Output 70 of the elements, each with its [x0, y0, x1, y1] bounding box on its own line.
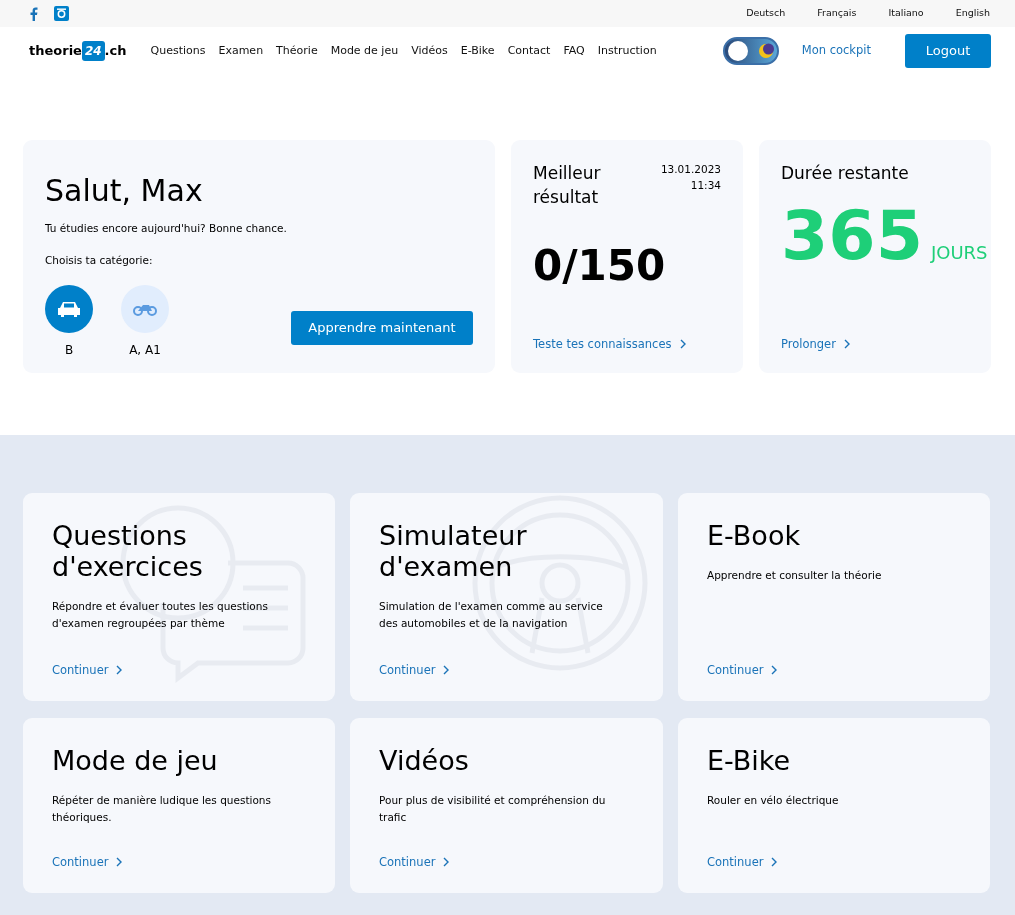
feature-description: Apprendre et consulter la théorie — [707, 568, 883, 584]
category-button[interactable] — [45, 284, 93, 333]
chevron-right-icon — [443, 857, 450, 868]
best-result-title: Meilleur résultat — [533, 162, 602, 209]
welcome-subtitle: Tu étudies encore aujourd'hui? Bonne chance. — [45, 221, 288, 236]
feature-description: Répéter de manière ludique les questions théoriques. — [52, 793, 272, 825]
best-score: 0/150 — [533, 239, 667, 292]
feature-card[interactable]: Simulateur d'examen Simulation de l'examen comme au service des automobiles et de la navigation Continuer — [350, 493, 663, 701]
chevron-right-icon — [443, 665, 450, 676]
language-link[interactable]: English — [955, 6, 990, 21]
nav-link[interactable]: Mode de jeu — [330, 42, 399, 60]
chevron-right-icon — [116, 665, 123, 676]
feature-card[interactable]: Mode de jeu Répéter de manière ludique les questions théoriques. Continuer — [23, 718, 335, 893]
continue-link[interactable]: Continuer — [52, 853, 123, 871]
feature-card[interactable]: E-Book Apprendre et consulter la théorie Continuer — [678, 493, 990, 701]
continue-link[interactable]: Continuer — [379, 853, 450, 871]
chevron-right-icon — [116, 857, 123, 868]
continue-link[interactable]: Continuer — [707, 853, 778, 871]
feature-title: Simulateur d'examen — [379, 520, 528, 583]
feature-description: Répondre et évaluer toutes les questions d'examen regroupées par thème — [52, 599, 269, 631]
feature-card[interactable]: Questions d'exercices Répondre et évaluer toutes les questions d'examen regroupées par thème Continuer — [23, 493, 335, 701]
site-logo[interactable]: theorie 24 .ch — [29, 41, 127, 61]
chevron-right-icon — [771, 665, 778, 676]
continue-link[interactable]: Continuer — [379, 661, 450, 679]
language-link[interactable]: Français — [817, 6, 857, 21]
instagram-icon[interactable] — [54, 6, 69, 21]
days-unit: JOURS — [930, 240, 988, 265]
nav-link[interactable]: Théorie — [276, 42, 318, 60]
continue-link[interactable]: Continuer — [707, 661, 778, 679]
feature-title: E-Book — [707, 520, 802, 552]
chevron-right-icon — [771, 857, 778, 868]
test-knowledge-link[interactable]: Teste tes connaissances — [533, 335, 686, 353]
extend-link[interactable]: Prolonger — [781, 335, 850, 353]
category-label: A, A1 — [129, 341, 161, 359]
category-label: B — [64, 341, 74, 359]
feature-description: Rouler en vélo électrique — [707, 793, 840, 809]
feature-title: E-Bike — [707, 745, 792, 777]
moon-icon — [757, 43, 774, 59]
nav-link[interactable]: Vidéos — [411, 42, 448, 60]
category-prompt: Choisis ta catégorie: — [45, 252, 154, 268]
feature-title: Mode de jeu — [52, 745, 219, 777]
language-link[interactable]: Deutsch — [746, 6, 786, 21]
feature-card[interactable]: Vidéos Pour plus de visibilité et compréhension du trafic Continuer — [350, 718, 663, 893]
feature-description: Pour plus de visibilité et compréhension du trafic — [379, 793, 607, 825]
nav-link[interactable]: E-Bike — [460, 42, 495, 60]
dark-mode-toggle[interactable] — [722, 37, 779, 65]
logout-button[interactable]: Logout — [905, 34, 991, 68]
facebook-icon[interactable] — [29, 6, 38, 21]
nav-link[interactable]: Instruction — [597, 42, 657, 60]
result-time: 11:34 — [689, 177, 721, 193]
feature-title: Vidéos — [379, 745, 470, 777]
nav-link[interactable]: FAQ — [563, 42, 585, 60]
nav-link[interactable]: Questions — [150, 42, 206, 60]
result-date: 13.01.2023 — [660, 162, 721, 177]
remaining-time-title: Durée restante — [781, 162, 910, 185]
nav-link[interactable]: Examen — [218, 42, 264, 60]
chevron-right-icon — [843, 339, 850, 350]
feature-title: Questions d'exercices — [52, 520, 204, 583]
feature-card[interactable]: E-Bike Rouler en vélo électrique Continuer — [678, 718, 990, 893]
continue-link[interactable]: Continuer — [52, 661, 123, 679]
language-link[interactable]: Italiano — [888, 6, 924, 21]
chevron-right-icon — [679, 339, 686, 350]
greeting-title: Salut, Max — [45, 172, 204, 210]
remaining-days: 365 — [781, 201, 923, 270]
feature-description: Simulation de l'examen comme au service des automobiles et de la navigation — [379, 599, 604, 631]
cockpit-link[interactable]: Mon cockpit — [801, 42, 871, 60]
category-button[interactable] — [121, 284, 169, 333]
learn-now-button[interactable]: Apprendre maintenant — [291, 310, 473, 345]
car-icon — [57, 300, 81, 317]
nav-link[interactable]: Contact — [507, 42, 551, 60]
